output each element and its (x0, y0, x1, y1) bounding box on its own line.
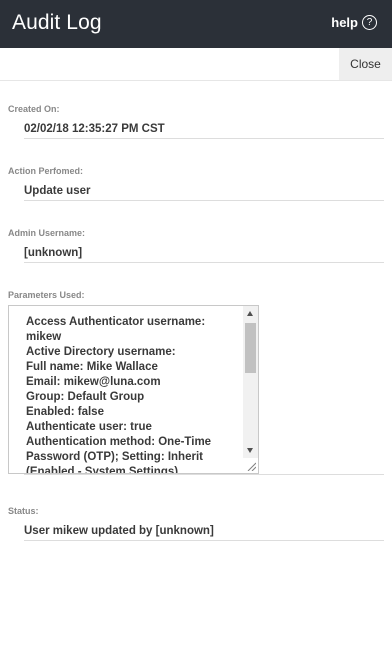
parameters-line: Email: mikew@luna.com (26, 376, 161, 388)
parameters-textarea[interactable]: Access Authenticator username: mikew Act… (8, 305, 259, 474)
status-field: Status: User mikew updated by [unknown] (8, 506, 384, 541)
help-link[interactable]: help ? (331, 15, 377, 30)
parameters-line: (Enabled - System Settings) (26, 466, 179, 474)
created-on-field: Created On: 02/02/18 12:35:27 PM CST (8, 104, 384, 139)
scroll-up-arrow-icon[interactable] (247, 311, 253, 316)
parameters-used-label: Parameters Used: (8, 290, 85, 300)
status-label: Status: (8, 506, 39, 516)
divider (24, 262, 384, 263)
question-circle-icon: ? (362, 15, 377, 30)
header-bar: Audit Log help ? (0, 0, 392, 48)
parameters-line: Password (OTP); Setting: Inherit (26, 451, 203, 463)
parameters-line: Authenticate user: true (26, 421, 152, 433)
scrollbar-thumb[interactable] (245, 323, 256, 373)
divider (24, 474, 384, 475)
parameters-line: Full name: Mike Wallace (26, 361, 158, 373)
parameters-used-field: Parameters Used: (8, 290, 384, 301)
parameters-line: Authentication method: One-Time (26, 436, 212, 448)
help-label: help (331, 15, 358, 30)
textarea-scrollbar[interactable] (243, 306, 258, 458)
toolbar: Close (0, 48, 392, 81)
parameters-line: mikew (26, 331, 62, 343)
resize-grip-icon[interactable] (246, 461, 256, 471)
scroll-down-arrow-icon[interactable] (247, 448, 253, 453)
action-performed-value: Update user (24, 185, 91, 197)
page-title: Audit Log (12, 11, 102, 34)
created-on-value: 02/02/18 12:35:27 PM CST (24, 123, 165, 135)
created-on-label: Created On: (8, 104, 60, 114)
parameters-line: Group: Default Group (26, 391, 145, 403)
parameters-line: Active Directory username: (26, 346, 176, 358)
action-performed-field: Action Perfomed: Update user (8, 166, 384, 201)
parameters-line: Access Authenticator username: (26, 316, 206, 328)
admin-username-label: Admin Username: (8, 228, 86, 238)
admin-username-value: [unknown] (24, 247, 83, 259)
close-button[interactable]: Close (339, 48, 392, 80)
action-performed-label: Action Perfomed: (8, 166, 84, 176)
divider (24, 540, 384, 541)
status-value: User mikew updated by [unknown] (24, 525, 214, 537)
admin-username-field: Admin Username: [unknown] (8, 228, 384, 263)
divider (24, 200, 384, 201)
parameters-line: Enabled: false (26, 406, 104, 418)
parameters-text: Access Authenticator username: mikew Act… (26, 315, 236, 474)
divider (24, 138, 384, 139)
